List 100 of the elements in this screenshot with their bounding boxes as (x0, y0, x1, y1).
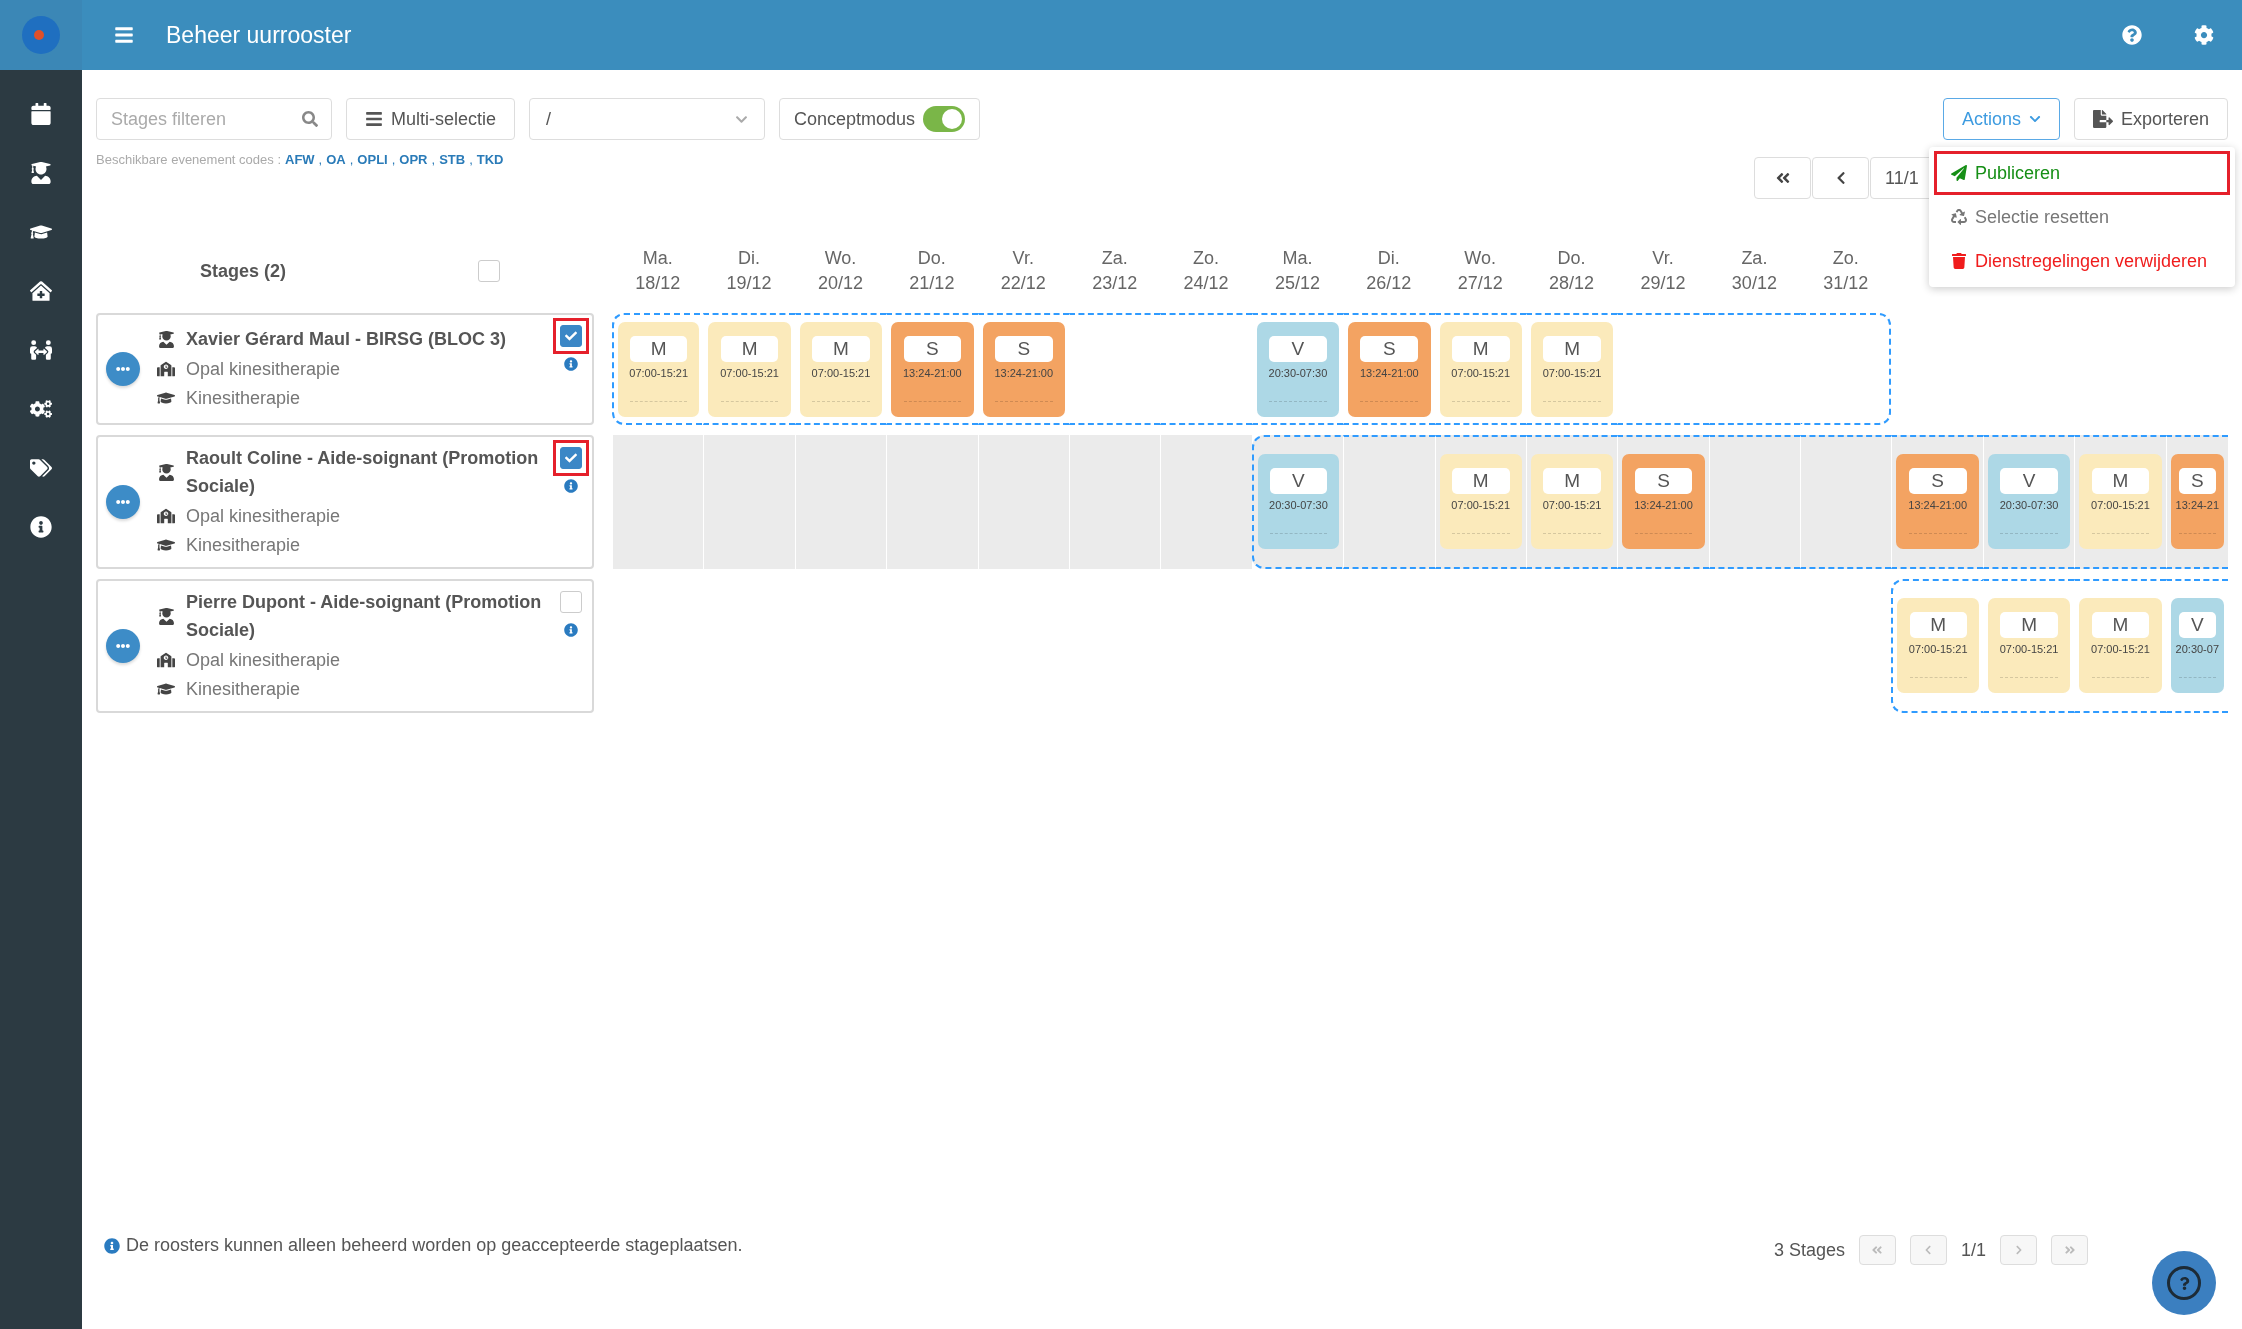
shift-tile[interactable]: M 07:00-15:21 (618, 321, 700, 417)
selected-day-cell[interactable]: S 13:24-21:00 (1891, 435, 1983, 569)
shift-tile[interactable]: V 20:30-07 (2170, 598, 2224, 694)
help-icon (2122, 25, 2142, 45)
event-code-link[interactable]: AFW (285, 152, 315, 167)
shift-tile[interactable]: M 07:00-15:21 (799, 321, 883, 417)
shift-tile[interactable]: M 07:00-15:21 (708, 321, 791, 417)
selected-day-cell[interactable]: M 07:00-15:21 (1434, 313, 1526, 425)
filter-field[interactable]: Stages filteren (96, 98, 332, 140)
info-icon[interactable] (564, 357, 578, 371)
gears-icon (30, 397, 52, 420)
last-page-button[interactable] (2051, 1235, 2088, 1265)
double-chevron-left-icon (1774, 170, 1791, 186)
selected-day-cell[interactable]: M 07:00-15:21 (2074, 435, 2166, 569)
selected-day-cell[interactable] (1708, 435, 1801, 569)
selected-day-cell[interactable] (1068, 313, 1161, 425)
selected-day-cell[interactable]: S 13:24-21:00 (1617, 435, 1709, 569)
event-code-link[interactable]: OPLI (357, 152, 388, 167)
export-button[interactable]: Exporteren (2073, 98, 2228, 140)
day-date: 24/12 (1183, 272, 1229, 295)
period-dropdown[interactable]: / (529, 98, 766, 140)
shift-time: 20:30-07:30 (1269, 499, 1328, 512)
day-name: Za. (1101, 246, 1128, 270)
selected-day-cell[interactable]: V 20:30-07 (2165, 578, 2228, 713)
shift-tile[interactable]: S 13:24-21:00 (1348, 321, 1431, 417)
shift-tile[interactable]: S 13:24-21:00 (982, 321, 1065, 417)
shift-time: 07:00-15:21 (1451, 499, 1511, 512)
settings-button[interactable] (2194, 25, 2214, 45)
shift-tile[interactable]: V 20:30-07:30 (1256, 321, 1340, 417)
row-checkbox[interactable] (560, 447, 582, 469)
event-code-link[interactable]: OA (326, 152, 346, 167)
more-button[interactable] (106, 628, 140, 663)
selected-day-cell[interactable]: M 07:00-15:21 (794, 313, 887, 425)
info-icon[interactable] (564, 479, 578, 493)
shift-tile[interactable]: V 20:30-07:30 (1987, 454, 2071, 550)
day-name: Ma. (642, 246, 673, 270)
graduate-icon (157, 464, 175, 482)
shift-tile[interactable]: S 13:24-21:00 (891, 321, 974, 417)
shift-tile[interactable]: V 20:30-07:30 (1257, 454, 1340, 550)
day-name: Ma. (1282, 246, 1313, 270)
shift-tile[interactable]: M 07:00-15:21 (1530, 321, 1614, 417)
selected-day-cell[interactable]: M 07:00-15:21 (612, 313, 704, 425)
selected-day-cell[interactable]: S 13:24-21:00 (886, 313, 978, 425)
selected-day-cell[interactable]: M 07:00-15:21 (1891, 578, 1983, 713)
selected-day-cell[interactable] (1708, 313, 1801, 425)
shift-tile[interactable]: S 13:24-21 (2170, 454, 2224, 550)
selected-day-cell[interactable]: M 07:00-15:21 (1982, 578, 2075, 713)
shift-code: V (1269, 335, 1327, 362)
selected-day-cell[interactable]: M 07:00-15:21 (2074, 578, 2166, 713)
stage-place: Opal kinesitherapie (186, 648, 341, 672)
selected-day-cell[interactable]: M 07:00-15:21 (1434, 435, 1526, 569)
selected-day-cell[interactable] (1343, 435, 1435, 569)
shift-tile[interactable]: S 13:24-21:00 (1896, 454, 1979, 550)
event-codes-label: Beschikbare evenement codes : (96, 152, 281, 167)
shift-tile[interactable]: M 07:00-15:21 (1530, 454, 1614, 550)
shift-tile[interactable]: M 07:00-15:21 (1439, 454, 1522, 550)
shift-code: M (1451, 468, 1510, 495)
separator: , (469, 152, 473, 167)
info-icon[interactable] (564, 622, 578, 637)
shift-time: 20:30-07 (2175, 643, 2220, 656)
shift-tile[interactable]: S 13:24-21:00 (1622, 454, 1705, 550)
selected-day-cell[interactable] (1160, 313, 1252, 425)
row-checkbox[interactable] (560, 325, 582, 347)
selected-day-cell[interactable]: V 20:30-07:30 (1251, 313, 1344, 425)
first-period-button[interactable] (1754, 157, 1811, 199)
selected-day-cell[interactable]: V 20:30-07:30 (1982, 435, 2075, 569)
selected-day-cell[interactable]: M 07:00-15:21 (703, 313, 795, 425)
shift-tile[interactable]: M 07:00-15:21 (1439, 321, 1522, 417)
day-date: 29/12 (1640, 272, 1686, 295)
event-code-link[interactable]: OPR (399, 152, 428, 167)
selected-day-cell[interactable] (1800, 313, 1892, 425)
event-code-link[interactable]: TKD (476, 152, 504, 167)
selected-day-cell[interactable]: V 20:30-07:30 (1251, 435, 1344, 569)
multi-select-button[interactable]: Multi-selectie (346, 98, 516, 140)
menu-item[interactable]: Publiceren (1934, 151, 2230, 195)
selected-day-cell[interactable]: S 13:24-21:00 (977, 313, 1069, 425)
selected-day-cell[interactable]: S 13:24-21 (2165, 435, 2228, 569)
double-chevron-right-icon (2063, 1244, 2076, 1256)
concept-mode-toggle[interactable] (923, 106, 966, 132)
selected-day-cell[interactable]: M 07:00-15:21 (1525, 313, 1618, 425)
shift-time: 13:24-21:00 (1634, 499, 1693, 512)
event-code-link[interactable]: STB (439, 152, 466, 167)
menu-button[interactable] (114, 25, 134, 45)
selected-day-cell[interactable] (1800, 435, 1892, 569)
shift-tile[interactable]: M 07:00-15:21 (1987, 598, 2071, 694)
selected-day-cell[interactable]: S 13:24-21:00 (1343, 313, 1435, 425)
shift-tile[interactable]: M 07:00-15:21 (2079, 598, 2162, 694)
more-button[interactable] (106, 484, 140, 519)
graduate-icon (30, 161, 52, 184)
selected-day-cell[interactable]: M 07:00-15:21 (1525, 435, 1618, 569)
shift-tile[interactable]: M 07:00-15:21 (1897, 598, 1979, 694)
select-all-checkbox[interactable] (478, 260, 501, 282)
shift-tile[interactable]: M 07:00-15:21 (2079, 454, 2162, 550)
building-icon (157, 507, 175, 526)
more-button[interactable] (106, 352, 140, 386)
selected-day-cell[interactable] (1617, 313, 1709, 425)
day-cell[interactable] (1160, 435, 1252, 569)
first-page-button[interactable] (1858, 1235, 1896, 1265)
row-checkbox[interactable] (560, 590, 582, 613)
shift-time: 07:00-15:21 (1999, 643, 2059, 656)
